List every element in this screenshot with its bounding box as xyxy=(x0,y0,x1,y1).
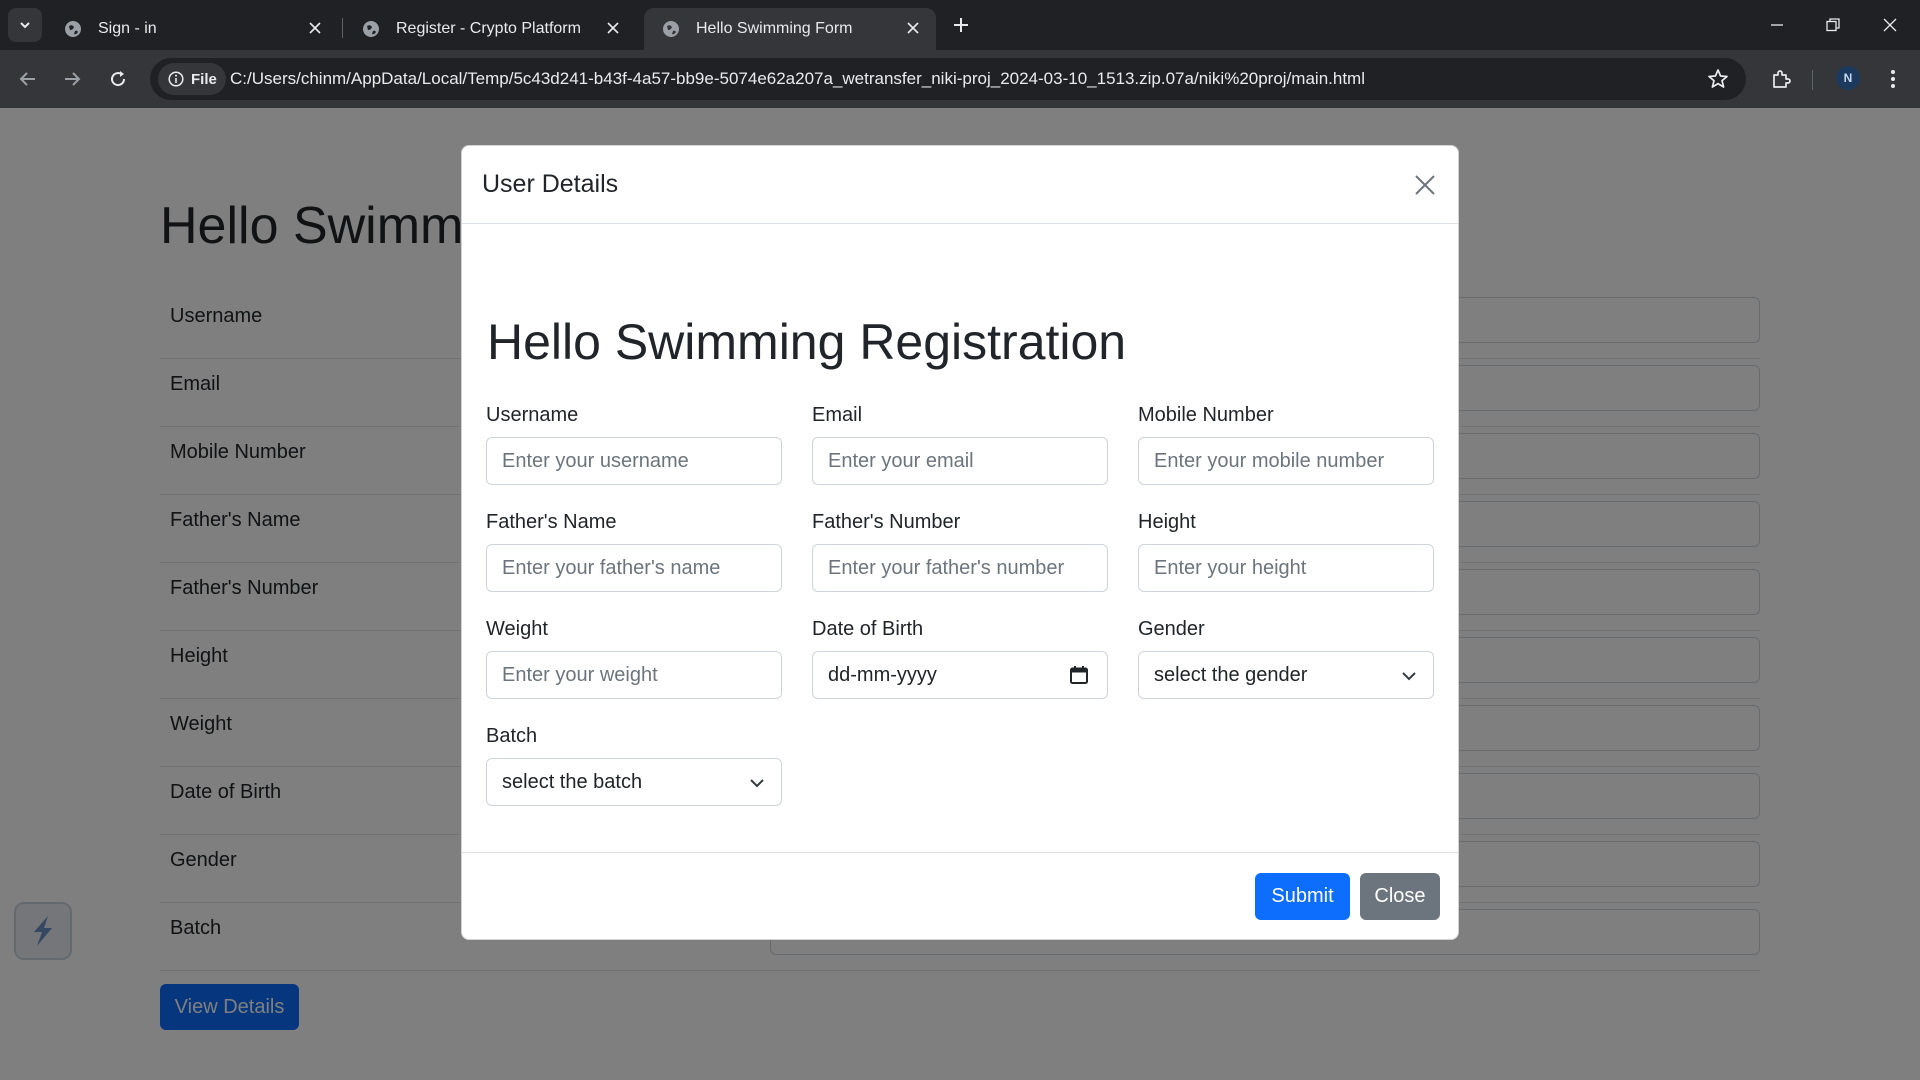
menu-button[interactable] xyxy=(1878,64,1908,94)
dob-group: Date of Birth dd-mm-yyyy xyxy=(812,617,1108,699)
close-icon[interactable] xyxy=(304,17,326,39)
restore-icon xyxy=(1826,18,1840,32)
gender-group: Gender select the gender xyxy=(1138,617,1434,699)
email-label: Email xyxy=(812,404,863,426)
father-name-label: Father's Name xyxy=(486,511,617,533)
gender-value: select the gender xyxy=(1154,663,1308,686)
browser-toolbar: File C:/Users/chinm/AppData/Local/Temp/5… xyxy=(0,50,1920,108)
batch-select[interactable]: select the batch xyxy=(486,758,782,806)
user-details-modal: User Details Hello Swimming Registration… xyxy=(461,145,1459,940)
close-icon xyxy=(1883,18,1897,32)
url-text[interactable]: C:/Users/chinm/AppData/Local/Temp/5c43d2… xyxy=(230,69,1365,89)
address-bar[interactable]: File C:/Users/chinm/AppData/Local/Temp/5… xyxy=(150,58,1746,100)
forward-icon xyxy=(65,72,81,86)
father-name-input[interactable] xyxy=(486,544,782,592)
height-input[interactable] xyxy=(1138,544,1434,592)
minimize-button[interactable] xyxy=(1764,12,1790,38)
back-button[interactable] xyxy=(13,64,43,94)
profile-avatar[interactable]: N xyxy=(1836,66,1860,90)
star-icon[interactable] xyxy=(1706,67,1730,91)
reload-icon xyxy=(111,71,126,87)
close-icon[interactable] xyxy=(902,17,924,39)
close-icon[interactable] xyxy=(602,17,624,39)
dob-value: dd-mm-yyyy xyxy=(828,663,937,686)
mobile-label: Mobile Number xyxy=(1138,404,1274,426)
tab-register-crypto[interactable]: Register - Crypto Platform xyxy=(344,8,636,50)
father-name-group: Father's Name xyxy=(486,510,782,592)
weight-group: Weight xyxy=(486,617,782,699)
back-icon xyxy=(19,72,35,86)
mobile-group: Mobile Number xyxy=(1138,403,1434,485)
weight-input[interactable] xyxy=(486,651,782,699)
father-number-label: Father's Number xyxy=(812,511,961,533)
minimize-icon xyxy=(1771,24,1783,26)
globe-icon xyxy=(363,21,379,37)
restore-button[interactable] xyxy=(1820,12,1846,38)
info-icon xyxy=(168,71,184,87)
tab-separator xyxy=(342,18,343,38)
close-icon xyxy=(1415,175,1435,195)
form-title: Hello Swimming Registration xyxy=(487,314,1127,370)
forward-button[interactable] xyxy=(57,64,87,94)
close-button[interactable]: Close xyxy=(1360,873,1440,920)
modal-close-button[interactable] xyxy=(1410,170,1440,200)
chevron-down-icon xyxy=(1402,672,1416,681)
calendar-icon[interactable] xyxy=(1069,665,1089,685)
modal-header: User Details xyxy=(462,146,1458,224)
tab-hello-swimming[interactable]: Hello Swimming Form xyxy=(644,8,936,50)
modal-title: User Details xyxy=(482,170,619,198)
toolbar-divider xyxy=(1812,70,1813,90)
tab-title: Register - Crypto Platform xyxy=(396,20,581,37)
window-close-button[interactable] xyxy=(1877,12,1903,38)
chip-label: File xyxy=(191,70,217,88)
gender-label: Gender xyxy=(1138,618,1205,640)
reload-button[interactable] xyxy=(103,64,133,94)
mobile-input[interactable] xyxy=(1138,437,1434,485)
username-label: Username xyxy=(486,404,579,426)
globe-icon xyxy=(663,21,679,37)
submit-button[interactable]: Submit xyxy=(1255,873,1350,920)
batch-group: Batch select the batch xyxy=(486,724,782,806)
email-input[interactable] xyxy=(812,437,1108,485)
weight-label: Weight xyxy=(486,618,548,640)
chevron-down-icon xyxy=(750,779,764,788)
extensions-button[interactable] xyxy=(1766,64,1796,94)
dob-label: Date of Birth xyxy=(812,618,924,640)
batch-value: select the batch xyxy=(502,770,643,793)
globe-icon xyxy=(65,21,81,37)
tab-search-button[interactable] xyxy=(8,8,42,42)
tab-strip: Sign - in Register - Crypto Platform Hel… xyxy=(0,0,1920,50)
site-info-chip[interactable]: File xyxy=(158,63,226,95)
modal-footer: Submit Close xyxy=(462,852,1458,941)
username-input[interactable] xyxy=(486,437,782,485)
tab-sign-in[interactable]: Sign - in xyxy=(46,8,338,50)
more-icon xyxy=(1891,70,1895,88)
dob-input[interactable]: dd-mm-yyyy xyxy=(812,651,1108,699)
gender-select[interactable]: select the gender xyxy=(1138,651,1434,699)
plus-icon xyxy=(954,18,968,32)
tab-list-icon xyxy=(20,22,30,29)
height-label: Height xyxy=(1138,511,1196,533)
email-group: Email xyxy=(812,403,1108,485)
username-group: Username xyxy=(486,403,782,485)
height-group: Height xyxy=(1138,510,1434,592)
extensions-icon xyxy=(1773,70,1791,88)
new-tab-button[interactable] xyxy=(948,12,974,38)
father-number-input[interactable] xyxy=(812,544,1108,592)
father-number-group: Father's Number xyxy=(812,510,1108,592)
tab-title: Hello Swimming Form xyxy=(696,20,853,37)
batch-label: Batch xyxy=(486,725,538,747)
tab-title: Sign - in xyxy=(98,20,157,37)
